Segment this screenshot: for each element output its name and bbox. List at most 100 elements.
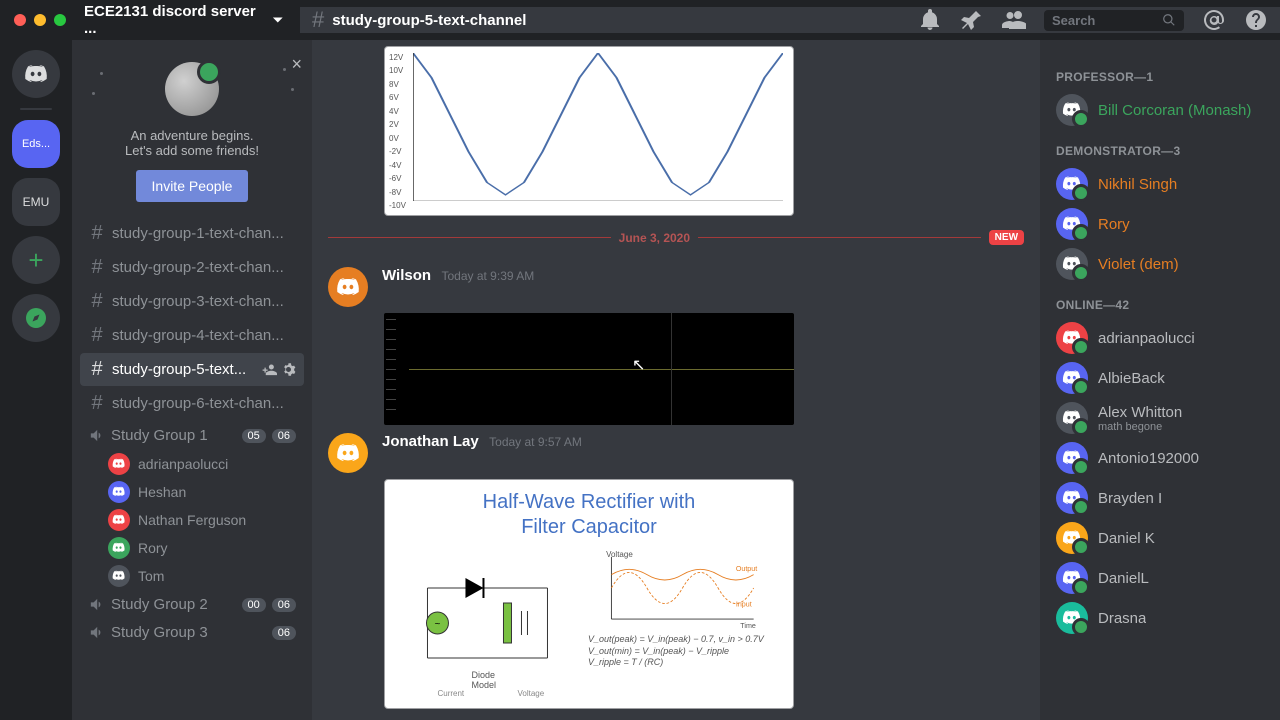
member-item[interactable]: Rory: [1048, 204, 1272, 244]
text-channel-item[interactable]: # study-group-3-text-chan...: [80, 285, 304, 318]
ytick-label: -4V: [389, 161, 401, 170]
member-name: Bill Corcoran (Monash): [1098, 102, 1251, 119]
avatar: [108, 565, 130, 587]
adduser-icon[interactable]: [262, 362, 277, 377]
avatar[interactable]: [328, 267, 368, 307]
member-item[interactable]: DanielL: [1048, 558, 1272, 598]
avatar: [1056, 442, 1088, 474]
attachment-slide[interactable]: Half-Wave Rectifier withFilter Capacitor…: [384, 479, 794, 709]
voice-count-badge: 06: [272, 598, 296, 612]
notifications-icon[interactable]: [918, 8, 942, 32]
member-item[interactable]: Antonio192000: [1048, 438, 1272, 478]
ytick-label: -2V: [389, 147, 401, 156]
maximize-window-icon[interactable]: [54, 14, 66, 26]
voice-member[interactable]: Nathan Ferguson: [72, 506, 312, 534]
member-item[interactable]: Drasna: [1048, 598, 1272, 638]
slide-equation: V_out(min) = V_in(peak) − V_ripple: [588, 646, 777, 658]
voice-channel-item[interactable]: Study Group 2 0006: [80, 591, 304, 618]
avatar: [1056, 94, 1088, 126]
member-item[interactable]: Alex Whitton math begone: [1048, 398, 1272, 438]
help-icon[interactable]: [1244, 8, 1268, 32]
member-item[interactable]: Violet (dem): [1048, 244, 1272, 284]
discord-home-button[interactable]: [12, 50, 60, 98]
voice-channel-item[interactable]: Study Group 1 05 06: [80, 422, 304, 449]
voice-member[interactable]: Tom: [72, 562, 312, 590]
window-controls: [0, 14, 72, 26]
avatar: [1056, 208, 1088, 240]
attachment-oscilloscope[interactable]: ↖: [384, 313, 794, 425]
member-item[interactable]: AlbieBack: [1048, 358, 1272, 398]
slide-equation: V_ripple = T / (RC): [588, 657, 777, 669]
gear-icon[interactable]: [281, 362, 296, 377]
search-input[interactable]: Search: [1044, 10, 1184, 31]
member-item[interactable]: adrianpaolucci: [1048, 318, 1272, 358]
avatar: [1056, 362, 1088, 394]
channel-list: × An adventure begins. Let's add some fr…: [72, 40, 312, 720]
text-channel-item[interactable]: # study-group-2-text-chan...: [80, 251, 304, 284]
ytick-label: -6V: [389, 174, 401, 183]
server-name: ECE2131 discord server ...: [84, 3, 268, 37]
text-channel-item[interactable]: # study-group-4-text-chan...: [80, 319, 304, 352]
member-list-icon[interactable]: [1002, 8, 1026, 32]
role-header: PROFESSOR—1: [1056, 70, 1264, 84]
ytick-label: 2V: [389, 120, 399, 129]
compass-icon: [24, 306, 48, 330]
member-item[interactable]: Daniel K: [1048, 518, 1272, 558]
ytick-label: 8V: [389, 80, 399, 89]
message-author[interactable]: Wilson: [382, 267, 431, 284]
svg-text:Output: Output: [736, 565, 757, 573]
voice-channel-label: Study Group 1: [111, 427, 236, 444]
channel-label: study-group-2-text-chan...: [112, 259, 296, 276]
add-server-button[interactable]: +: [12, 236, 60, 284]
text-channel-item[interactable]: # study-group-5-text...: [80, 353, 304, 386]
server-rail: Eds... EMU +: [0, 40, 72, 720]
avatar: [108, 509, 130, 531]
svg-text:~: ~: [435, 619, 441, 630]
voice-channel-label: Study Group 3: [111, 624, 266, 641]
speaker-icon: [88, 624, 105, 641]
invite-people-button[interactable]: Invite People: [136, 170, 249, 202]
mentions-icon[interactable]: [1202, 8, 1226, 32]
svg-text:Diode: Diode: [471, 670, 495, 680]
avatar: [1056, 602, 1088, 634]
server-eds[interactable]: Eds...: [12, 120, 60, 168]
server-emu[interactable]: EMU: [12, 178, 60, 226]
channel-label: study-group-4-text-chan...: [112, 327, 296, 344]
svg-text:Model: Model: [471, 680, 496, 690]
avatar[interactable]: [328, 433, 368, 473]
voice-channel-item[interactable]: Study Group 3 06: [80, 619, 304, 646]
voice-member-name: Tom: [138, 568, 164, 584]
member-item[interactable]: Bill Corcoran (Monash): [1048, 90, 1272, 130]
voice-member[interactable]: adrianpaolucci: [72, 450, 312, 478]
member-name: adrianpaolucci: [1098, 330, 1195, 347]
member-name: Rory: [1098, 216, 1130, 233]
server-name-dropdown[interactable]: ECE2131 discord server ...: [72, 3, 300, 37]
member-name: Drasna: [1098, 610, 1146, 627]
voice-member[interactable]: Heshan: [72, 478, 312, 506]
svg-text:Input: Input: [736, 601, 752, 609]
sine-svg: [413, 53, 783, 201]
member-list[interactable]: PROFESSOR—1 Bill Corcoran (Monash) DEMON…: [1040, 40, 1280, 720]
voice-member-name: Nathan Ferguson: [138, 512, 246, 528]
minimize-window-icon[interactable]: [34, 14, 46, 26]
message-timestamp: Today at 9:57 AM: [489, 435, 582, 449]
voice-member[interactable]: Rory: [72, 534, 312, 562]
text-channel-item[interactable]: # study-group-1-text-chan...: [80, 217, 304, 250]
role-header: DEMONSTRATOR—3: [1056, 144, 1264, 158]
chat-area[interactable]: 12V10V8V6V4V2V0V-2V-4V-6V-8V-10V June 3,…: [312, 40, 1040, 720]
voice-count-badge: 06: [272, 429, 296, 443]
member-item[interactable]: Brayden I: [1048, 478, 1272, 518]
voice-count-badge: 05: [242, 429, 266, 443]
channel-label: study-group-5-text...: [112, 361, 256, 378]
speaker-icon: [88, 596, 105, 613]
invite-card: × An adventure begins. Let's add some fr…: [82, 54, 302, 202]
text-channel-item[interactable]: # study-group-6-text-chan...: [80, 387, 304, 420]
attachment-sine-plot[interactable]: 12V10V8V6V4V2V0V-2V-4V-6V-8V-10V: [384, 46, 794, 216]
explore-button[interactable]: [12, 294, 60, 342]
pinned-icon[interactable]: [960, 8, 984, 32]
discord-logo-icon: [24, 62, 48, 86]
hash-icon: #: [312, 7, 324, 33]
close-window-icon[interactable]: [14, 14, 26, 26]
member-item[interactable]: Nikhil Singh: [1048, 164, 1272, 204]
message-author[interactable]: Jonathan Lay: [382, 433, 479, 450]
